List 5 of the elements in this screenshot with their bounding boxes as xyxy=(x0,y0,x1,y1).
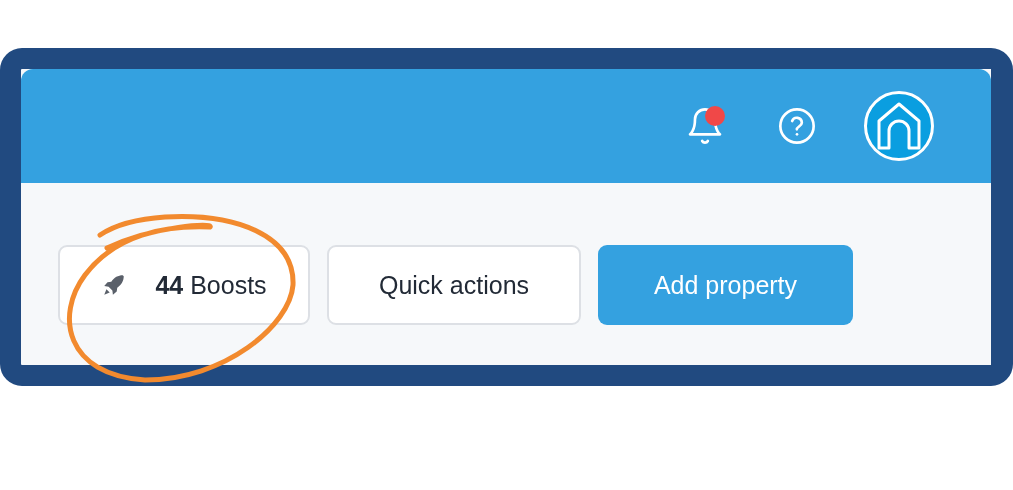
help-icon xyxy=(777,106,817,146)
quick-actions-button[interactable]: Quick actions xyxy=(327,245,581,325)
house-icon xyxy=(876,101,922,151)
boosts-button[interactable]: 44 Boosts xyxy=(58,245,310,325)
help-button[interactable] xyxy=(777,106,817,146)
